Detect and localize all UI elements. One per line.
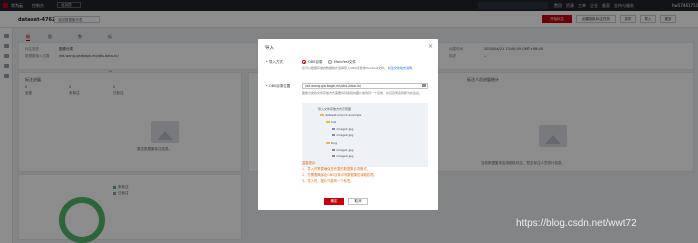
tree-file-label: image2.jpg [336,154,354,158]
tree-folder-cat: Cat [326,120,336,124]
image-file-icon [332,127,335,131]
radio-manifest-label[interactable]: Manifest文件 [334,60,356,65]
import-mode-note-text: 您可以根据存储的数据格式选择导入OBS目录或Manifest文件。 [302,66,388,70]
warning-item: 1、导入时需要确保是完整的数据集目录格式。 [302,167,371,171]
tree-file: image1.jpg [332,148,353,152]
tree-file-label: image2.jpg [336,133,354,137]
confirm-button[interactable]: 确定 [324,198,344,205]
obs-path-input[interactable]: /wt.wang-garbage-ml/obs-data-in/ [302,83,428,89]
blog-watermark: https://blog.csdn.net/wwt72 [516,218,637,229]
tree-root-label: dataset-import-example [325,113,362,117]
import-dialog: 导入 × * 导入方式 OBS目录 Manifest文件 您可以根据存储的数据格… [258,39,438,210]
image-file-icon [332,148,335,152]
tree-folder-dog-label: Dog [331,141,338,145]
folder-icon [320,113,324,117]
close-icon[interactable]: × [428,43,433,50]
required-marker: * [266,60,268,64]
import-mode-note: 您可以根据存储的数据格式选择导入OBS目录或Manifest文件。 标注文件格式… [302,66,426,70]
warning-item: 3、导入时，图片只能有一个标签。 [302,179,354,183]
required-marker: * [266,84,268,88]
warning-title: 温馨提示： [302,161,319,165]
cancel-button[interactable]: 取消 [348,198,368,205]
dialog-title: 导入 [265,46,274,51]
folder-icon [326,141,330,145]
obs-path-label: * OBS目录位置 [266,84,290,89]
tree-file: image2.jpg [332,154,353,158]
tree-file-label: image1.jpg [336,148,354,152]
folder-structure-diagram: 导入文件存放方式示意图 dataset-import-example Cat i… [302,103,428,167]
import-mode-label: * 导入方式 [266,60,283,65]
image-file-icon [332,133,335,137]
format-help-link[interactable]: 标注文件格式说明 [388,66,412,70]
tree-folder-cat-label: Cat [331,120,337,124]
tree-folder-dog: Dog [326,141,337,145]
tree-file: image1.jpg [332,127,353,131]
radio-manifest[interactable] [328,60,332,64]
folder-browse-icon[interactable] [422,84,426,87]
tree-file: image2.jpg [332,133,353,137]
obs-path-text: OBS目录位置 [268,84,291,88]
folder-icon [326,120,330,124]
tree-root-folder: dataset-import-example [320,113,361,117]
image-file-icon [332,154,335,158]
tree-file-label: image1.jpg [336,127,354,131]
import-mode-text: 导入方式 [268,60,283,64]
diagram-title: 导入文件存放方式示意图 [318,107,352,111]
obs-path-note: 图像分类的文件存放方式需要将同类别的图片放到同一个目录，并且目录名称即为标签名。 [302,91,423,95]
radio-obs-dir-label[interactable]: OBS目录 [308,60,322,65]
warning-item: 2、您需要确保此OBS目录中有数据集的读取权限。 [302,173,377,177]
radio-obs-dir[interactable] [302,60,306,64]
